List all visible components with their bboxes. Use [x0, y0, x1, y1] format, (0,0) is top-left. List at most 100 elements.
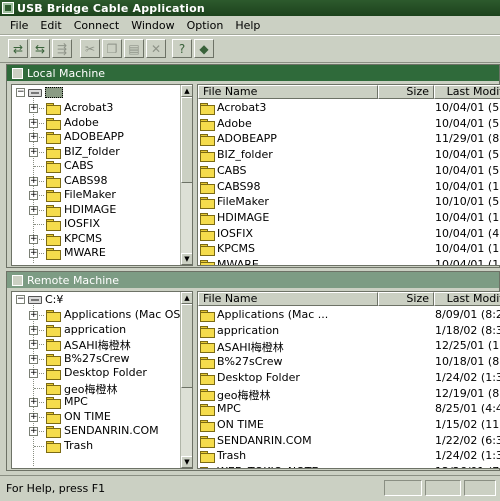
paste-button[interactable]: ▤ [124, 39, 144, 58]
local-panel-header[interactable]: Local Machine [7, 65, 499, 81]
tree-scrollbar[interactable]: ▲ ▼ [180, 85, 192, 265]
file-row[interactable]: KPCMS 10/04/01 (10:17 [198, 241, 500, 257]
expand-toggle[interactable]: + [29, 340, 38, 349]
menu-file[interactable]: File [0, 19, 34, 32]
expand-toggle[interactable]: + [29, 325, 38, 335]
file-row[interactable]: SENDANRIN.COM 1/22/02 (6:38 [198, 433, 500, 449]
delete-button[interactable]: ✕ [146, 39, 166, 58]
help-button[interactable]: ? [172, 39, 192, 58]
tree-item[interactable]: geo梅橙林 [12, 381, 182, 396]
file-row[interactable]: ON TIME 1/15/02 (11:21 [198, 417, 500, 433]
local-file-list[interactable]: File NameSizeLast Modifie Acrobat3 10/04/0… [197, 84, 500, 266]
tree-item[interactable]: + Applications (Mac OS 9 [12, 308, 191, 322]
tree-item[interactable]: + CABS98 [12, 174, 182, 188]
cut-button[interactable]: ✂ [80, 39, 100, 58]
tree-item[interactable]: + ADOBEAPP [12, 130, 182, 144]
expand-toggle[interactable]: + [29, 205, 38, 215]
scroll-down-arrow-icon[interactable]: ▼ [181, 456, 192, 468]
file-row[interactable]: Applications (Mac ... 8/09/01 (8:21 [198, 307, 500, 323]
file-row[interactable]: Trash 1/24/02 (1:32 [198, 448, 500, 464]
file-row[interactable]: ASAHI梅橙林 12/25/01 (1:19 [198, 338, 500, 354]
expand-toggle[interactable]: + [29, 398, 38, 407]
expand-toggle[interactable]: + [29, 427, 38, 436]
tree-item[interactable]: IOSFIX [12, 217, 182, 231]
tree-item[interactable]: + ON TIME [12, 410, 182, 424]
expand-toggle[interactable]: + [29, 118, 38, 128]
title-bar[interactable]: USB Bridge Cable Application [0, 0, 500, 16]
tree-scrollbar[interactable]: ▲ ▼ [180, 292, 192, 468]
menu-connect[interactable]: Connect [68, 19, 125, 32]
tree-item[interactable]: + MPC [12, 395, 182, 409]
tree-item[interactable]: + FileMaker [12, 188, 182, 202]
file-row[interactable]: ADOBEAPP 11/29/01 (8:01 [198, 131, 500, 147]
scroll-thumb[interactable] [181, 97, 192, 183]
expand-toggle[interactable]: + [29, 412, 38, 422]
transfer-button[interactable]: ⇶ [52, 39, 72, 58]
expand-toggle[interactable]: + [29, 191, 38, 200]
tree-item[interactable]: CABS [12, 159, 182, 173]
remote-panel-header[interactable]: Remote Machine [7, 272, 499, 288]
file-row[interactable]: BIZ_folder 10/04/01 (5:04 [198, 147, 500, 163]
file-row[interactable]: Acrobat3 10/04/01 (5:33 [198, 100, 500, 116]
menu-edit[interactable]: Edit [34, 19, 67, 32]
column-header-name[interactable]: File Name [198, 292, 378, 306]
column-header-size[interactable]: Size [378, 85, 434, 99]
expand-toggle[interactable]: + [29, 176, 38, 186]
column-header-size[interactable]: Size [378, 292, 434, 306]
expand-toggle[interactable]: + [29, 249, 38, 258]
file-row[interactable]: HDIMAGE 10/04/01 (10:17 [198, 210, 500, 226]
file-row[interactable]: Adobe 10/04/01 (5:33 [198, 116, 500, 132]
connect-button[interactable]: ⇄ [8, 39, 28, 58]
expand-toggle[interactable]: + [29, 369, 38, 378]
file-row[interactable]: geo梅橙林 12/19/01 (8:26 [198, 386, 500, 402]
local-folder-tree[interactable]: − + Acrobat3 + Adobe + ADOBEAPP + BIZ_folder CABS… [11, 84, 193, 266]
file-row[interactable]: FileMaker 10/10/01 (5:15 [198, 194, 500, 210]
expand-toggle[interactable]: + [29, 104, 38, 113]
column-header-modified[interactable]: Last Modifie [434, 85, 500, 99]
file-row[interactable]: MPC 8/25/01 (4:48 [198, 401, 500, 417]
tree-item[interactable]: + B%27sCrew [12, 352, 182, 366]
file-row[interactable]: CABS 10/04/01 (5:33 [198, 163, 500, 179]
tree-item[interactable]: + KPCMS [12, 232, 182, 246]
file-row[interactable]: CABS98 10/04/01 (12:49 [198, 179, 500, 195]
copy-button[interactable]: ❐ [102, 39, 122, 58]
collapse-toggle[interactable]: − [16, 88, 25, 97]
file-row[interactable]: IOSFIX 10/04/01 (4:51 [198, 226, 500, 242]
file-row[interactable]: B%27sCrew 10/18/01 (8:00 [198, 354, 500, 370]
column-header-name[interactable]: File Name [198, 85, 378, 99]
tree-item[interactable]: + Desktop Folder [12, 366, 182, 380]
tree-item[interactable]: + Adobe [12, 116, 182, 130]
folder-icon [46, 382, 61, 395]
menu-help[interactable]: Help [229, 19, 266, 32]
expand-toggle[interactable]: + [29, 147, 38, 157]
file-row[interactable]: WEB_TOKIO_NOTE 12/26/01 (7:09 [198, 464, 500, 468]
tree-item[interactable]: + Acrobat3 [12, 101, 182, 115]
collapse-toggle[interactable]: − [16, 295, 25, 304]
remote-folder-tree[interactable]: − C:¥ + Applications (Mac OS 9 + apprication +… [11, 291, 193, 469]
tree-item[interactable]: Trash [12, 439, 182, 453]
file-row[interactable]: apprication 1/18/02 (8:35 [198, 323, 500, 339]
tree-item[interactable]: + BIZ_folder [12, 145, 182, 159]
remote-file-list[interactable]: File NameSizeLast ModifieApplications (M… [197, 291, 500, 469]
tree-item[interactable]: + apprication [12, 323, 182, 337]
expand-toggle[interactable]: + [29, 311, 38, 320]
expand-toggle[interactable]: + [29, 234, 38, 244]
menu-option[interactable]: Option [181, 19, 230, 32]
tree-item[interactable]: + MWARE [12, 246, 182, 260]
scroll-up-arrow-icon[interactable]: ▲ [181, 292, 192, 304]
expand-toggle[interactable]: + [29, 133, 38, 142]
file-row[interactable]: Desktop Folder 1/24/02 (1:32 [198, 370, 500, 386]
book-button[interactable]: ◆ [194, 39, 214, 58]
expand-toggle[interactable]: + [29, 354, 38, 364]
scroll-thumb[interactable] [181, 304, 192, 388]
column-header-modified[interactable]: Last Modifie [434, 292, 500, 306]
menu-window[interactable]: Window [125, 19, 180, 32]
scroll-up-arrow-icon[interactable]: ▲ [181, 85, 192, 97]
scroll-down-arrow-icon[interactable]: ▼ [181, 253, 192, 265]
tree-item[interactable]: + ASAHI梅橙林 [12, 337, 182, 352]
tree-item-label: Trash [64, 438, 94, 452]
disconnect-button[interactable]: ⇆ [30, 39, 50, 58]
tree-item[interactable]: + SENDANRIN.COM [12, 424, 182, 438]
file-row[interactable]: MWARE 10/04/01 (10:17 [198, 257, 500, 265]
tree-item[interactable]: + HDIMAGE [12, 203, 182, 217]
